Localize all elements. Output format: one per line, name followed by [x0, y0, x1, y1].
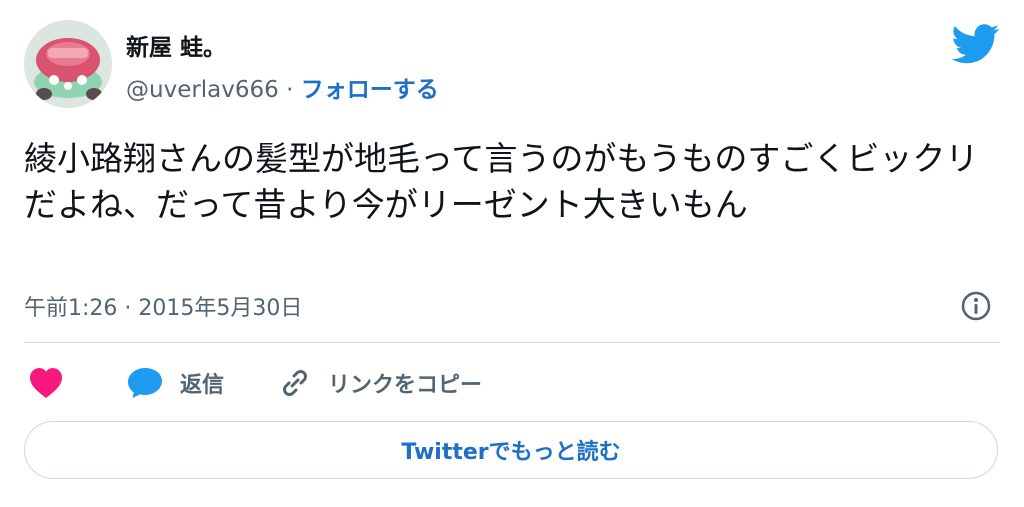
speech-bubble-icon [128, 368, 162, 398]
tweet-text: 綾小路翔さんの髪型が地毛って言うのがもうものすごくビックリだよね、だって昔より今… [24, 139, 979, 224]
avatar-image [24, 20, 112, 108]
copy-link-button[interactable]: リンクをコピー [278, 366, 482, 400]
follow-link[interactable]: フォローする [301, 77, 439, 103]
reply-label: 返信 [180, 373, 225, 398]
handle-separator: · [286, 77, 294, 103]
divider [24, 342, 1000, 343]
embedded-tweet-card: 新屋 蛙。 @uverlav666 · フォローする 綾小路翔さんの髪型が地毛っ… [0, 0, 1024, 507]
tweet-timestamp[interactable]: 午前1:26 · 2015年5月30日 [24, 290, 302, 322]
read-more-button[interactable]: Twitterでもっと読む [24, 421, 998, 479]
heart-icon[interactable] [28, 366, 64, 400]
info-icon[interactable] [960, 290, 992, 322]
link-icon [283, 370, 307, 396]
author-handle[interactable]: @uverlav666 [126, 77, 279, 103]
avatar[interactable] [24, 20, 112, 108]
copy-link-label: リンクをコピー [328, 373, 483, 398]
reply-button[interactable]: 返信 [126, 366, 224, 400]
author-handle-row: @uverlav666 · フォローする [126, 70, 439, 104]
author-display-name[interactable]: 新屋 蛙。 [126, 28, 226, 62]
twitter-bird-icon[interactable] [952, 24, 1000, 64]
